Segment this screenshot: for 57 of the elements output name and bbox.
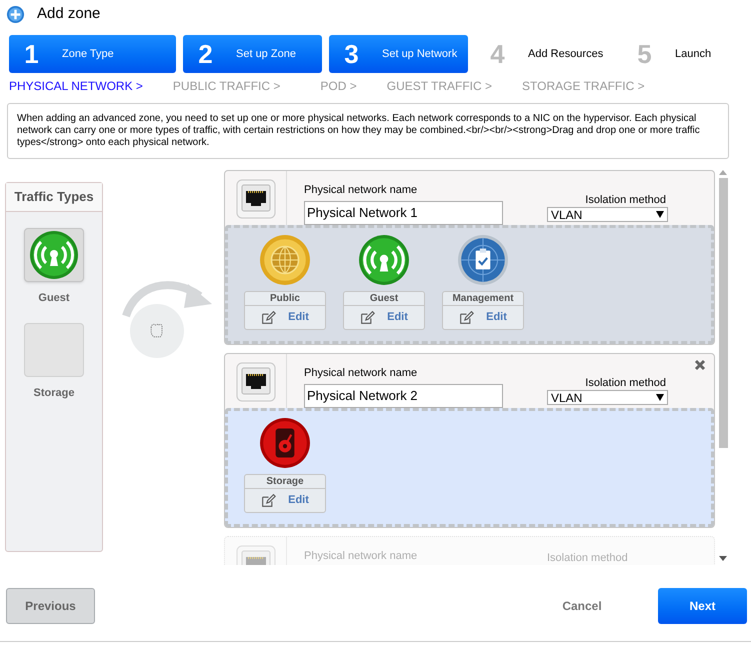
wizard-step[interactable]: 2 Set up Zone <box>183 35 322 73</box>
edit-button[interactable]: Edit <box>245 489 325 512</box>
empty-slot[interactable] <box>24 322 84 376</box>
clipboard-icon <box>457 234 509 286</box>
traffic-label: Guest <box>344 292 424 306</box>
scroll-down-icon <box>719 555 727 562</box>
disk-icon <box>259 417 311 469</box>
drop-zone[interactable]: Public Edit Guest Edit Management Edit <box>225 225 714 344</box>
add-icon <box>6 5 25 24</box>
field-label: Isolation method <box>547 551 628 565</box>
signal-icon <box>29 230 79 280</box>
cancel-button[interactable]: Cancel <box>552 588 612 624</box>
close-icon <box>694 359 706 371</box>
edit-button[interactable]: Edit <box>344 306 424 329</box>
field-label: Physical network name <box>304 366 418 381</box>
wizard-step[interactable]: 1 Zone Type <box>9 35 176 73</box>
breadcrumb-tab[interactable]: STORAGE TRAFFIC > <box>522 77 645 95</box>
network-port-icon <box>236 179 276 219</box>
traffic-type-tile[interactable] <box>24 228 84 282</box>
edit-icon <box>360 310 376 325</box>
breadcrumb-tab[interactable]: POD > <box>320 77 357 95</box>
name-field[interactable]: Physical Network 1 <box>304 200 503 225</box>
edit-icon <box>261 493 276 508</box>
caret-icon <box>656 394 664 401</box>
traffic-label: Storage <box>245 475 325 489</box>
panel-title: Traffic Types <box>14 188 94 206</box>
edit-icon <box>261 310 276 325</box>
breadcrumb-tab[interactable]: PHYSICAL NETWORK > <box>9 77 143 95</box>
edit-icon <box>459 310 474 325</box>
wizard-step[interactable]: 4 Add Resources <box>475 35 615 73</box>
field-label: Isolation method <box>585 376 666 390</box>
traffic-label: Public <box>245 292 325 306</box>
breadcrumb-tab[interactable]: PUBLIC TRAFFIC > <box>172 77 280 95</box>
globe-icon <box>259 234 311 286</box>
field-label: Physical network name <box>304 183 418 198</box>
caret-icon <box>656 211 664 218</box>
drop-zone[interactable]: Storage Edit <box>225 408 714 527</box>
next-button[interactable]: Next <box>658 588 747 624</box>
window-title: Add zone <box>37 4 100 24</box>
field-label: Physical network name <box>304 549 418 564</box>
edit-button[interactable]: Edit <box>443 306 523 329</box>
network-port-icon <box>236 362 276 402</box>
isolation-dropdown[interactable]: VLAN <box>547 390 668 405</box>
previous-button[interactable]: Previous <box>6 588 95 624</box>
wizard-step[interactable]: 5 Launch <box>622 35 732 73</box>
wizard-step[interactable]: 3 Set up Network <box>329 35 468 73</box>
signal-icon <box>358 234 410 286</box>
traffic-type-label: Storage <box>34 386 74 400</box>
breadcrumb-tab[interactable]: GUEST TRAFFIC > <box>386 77 492 95</box>
scroll-up-icon <box>719 169 727 176</box>
traffic-type-label: Guest <box>38 291 70 306</box>
field-label: Isolation method <box>585 193 666 207</box>
description-text: When adding an advanced zone, you need to set up one or more physical networks. Each network corresponds to a NIC on the hypervisor. Each physical network can carry one or more types of traffic, with certain restrictions on how they may be combined.<br/><br/><strong>Drag and drop one or more traffic types</strong> onto each physical network. <box>7 103 729 159</box>
edit-button[interactable]: Edit <box>245 306 325 329</box>
traffic-label: Management <box>443 292 523 306</box>
name-field[interactable]: Physical Network 2 <box>304 384 503 408</box>
isolation-dropdown[interactable]: VLAN <box>547 207 668 222</box>
